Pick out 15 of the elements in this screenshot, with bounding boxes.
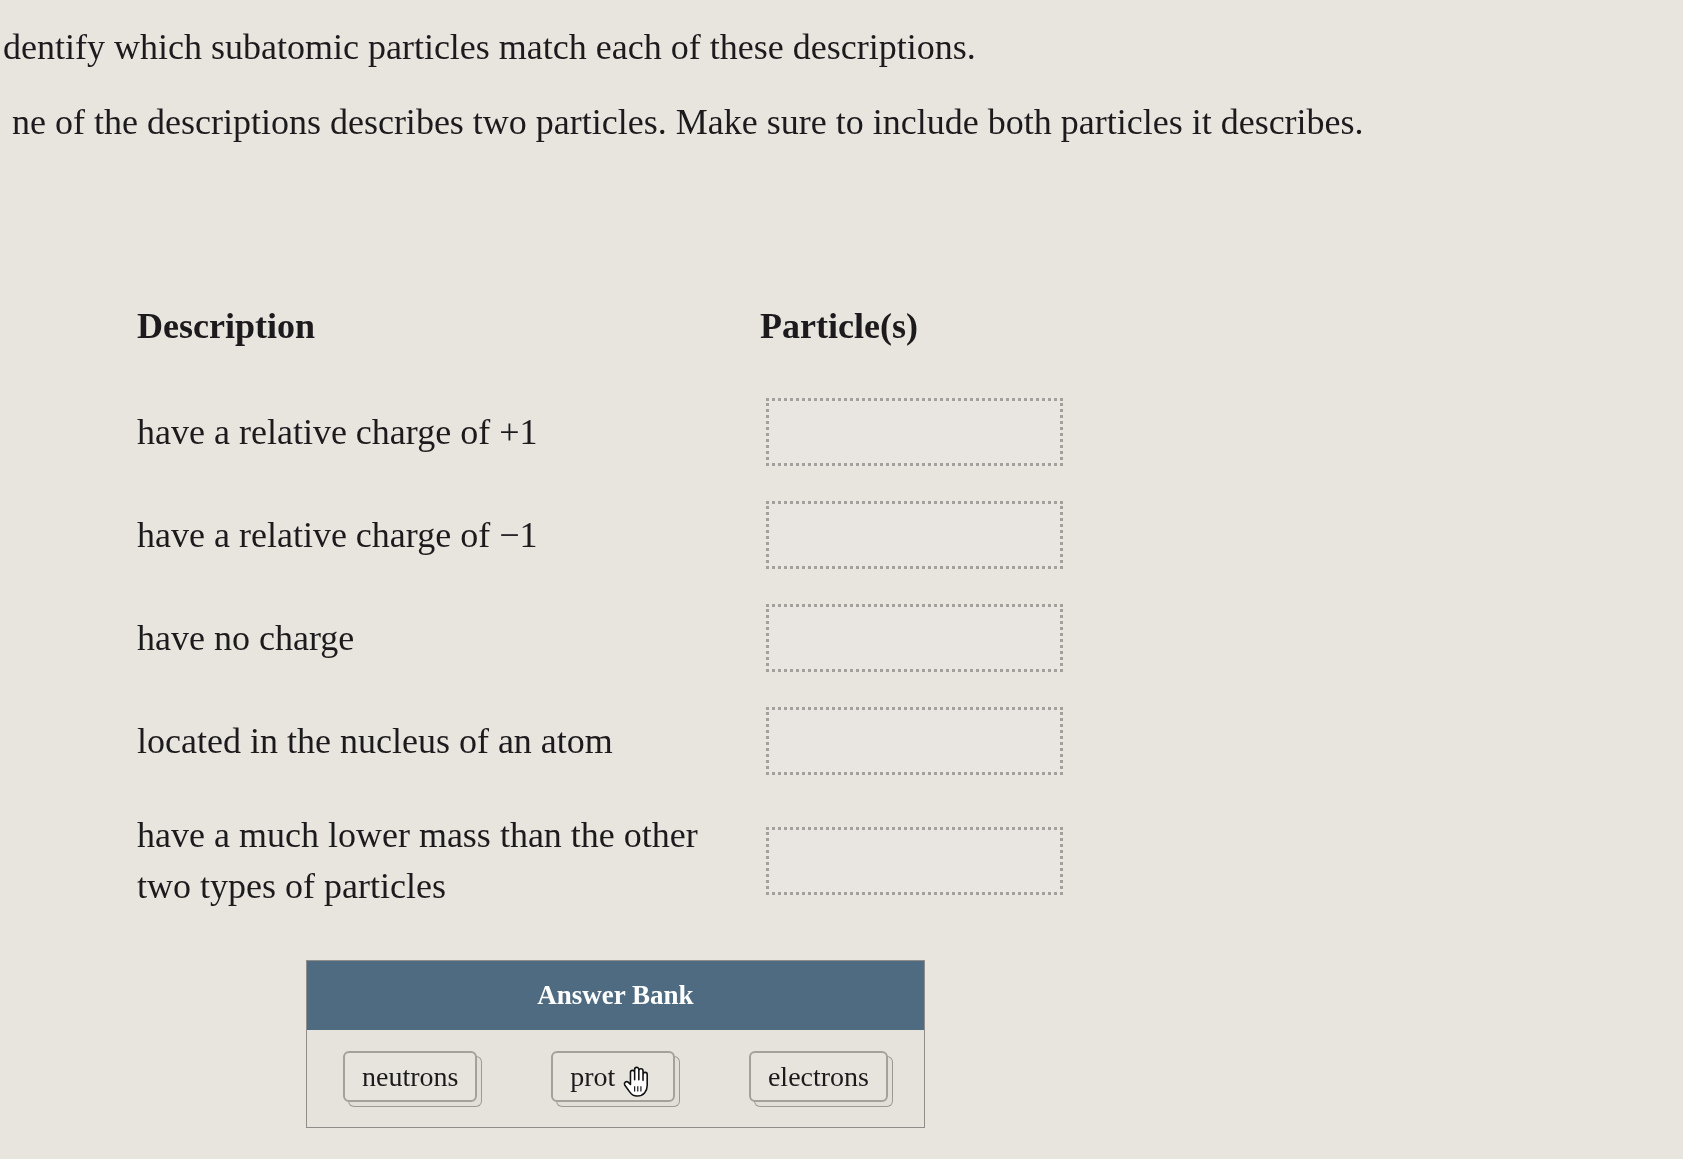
answer-drop-zone[interactable] [766, 707, 1063, 775]
description-text: located in the nucleus of an atom [137, 719, 613, 763]
description-text: have a much lower mass than the other two types of particles [137, 814, 699, 908]
answer-drop-zone[interactable] [766, 501, 1063, 569]
answer-bank-header: Answer Bank [307, 961, 924, 1030]
column-header: Particle(s) [760, 306, 918, 347]
description-text: have no charge [137, 616, 355, 660]
answer-drop-zone[interactable] [766, 604, 1063, 672]
description-text: have a relative charge of +1 [137, 410, 538, 454]
column-header: Description [137, 306, 315, 346]
instruction-text: ne of the descriptions describes two particles. Make sure to include both particles it describes. [12, 102, 1364, 143]
instruction-text: dentify which subatomic particles match each of these descriptions. [3, 27, 976, 68]
description-text: have a relative charge of −1 [137, 513, 538, 557]
answer-drop-zone[interactable] [766, 827, 1063, 895]
answer-drop-zone[interactable] [766, 398, 1063, 466]
